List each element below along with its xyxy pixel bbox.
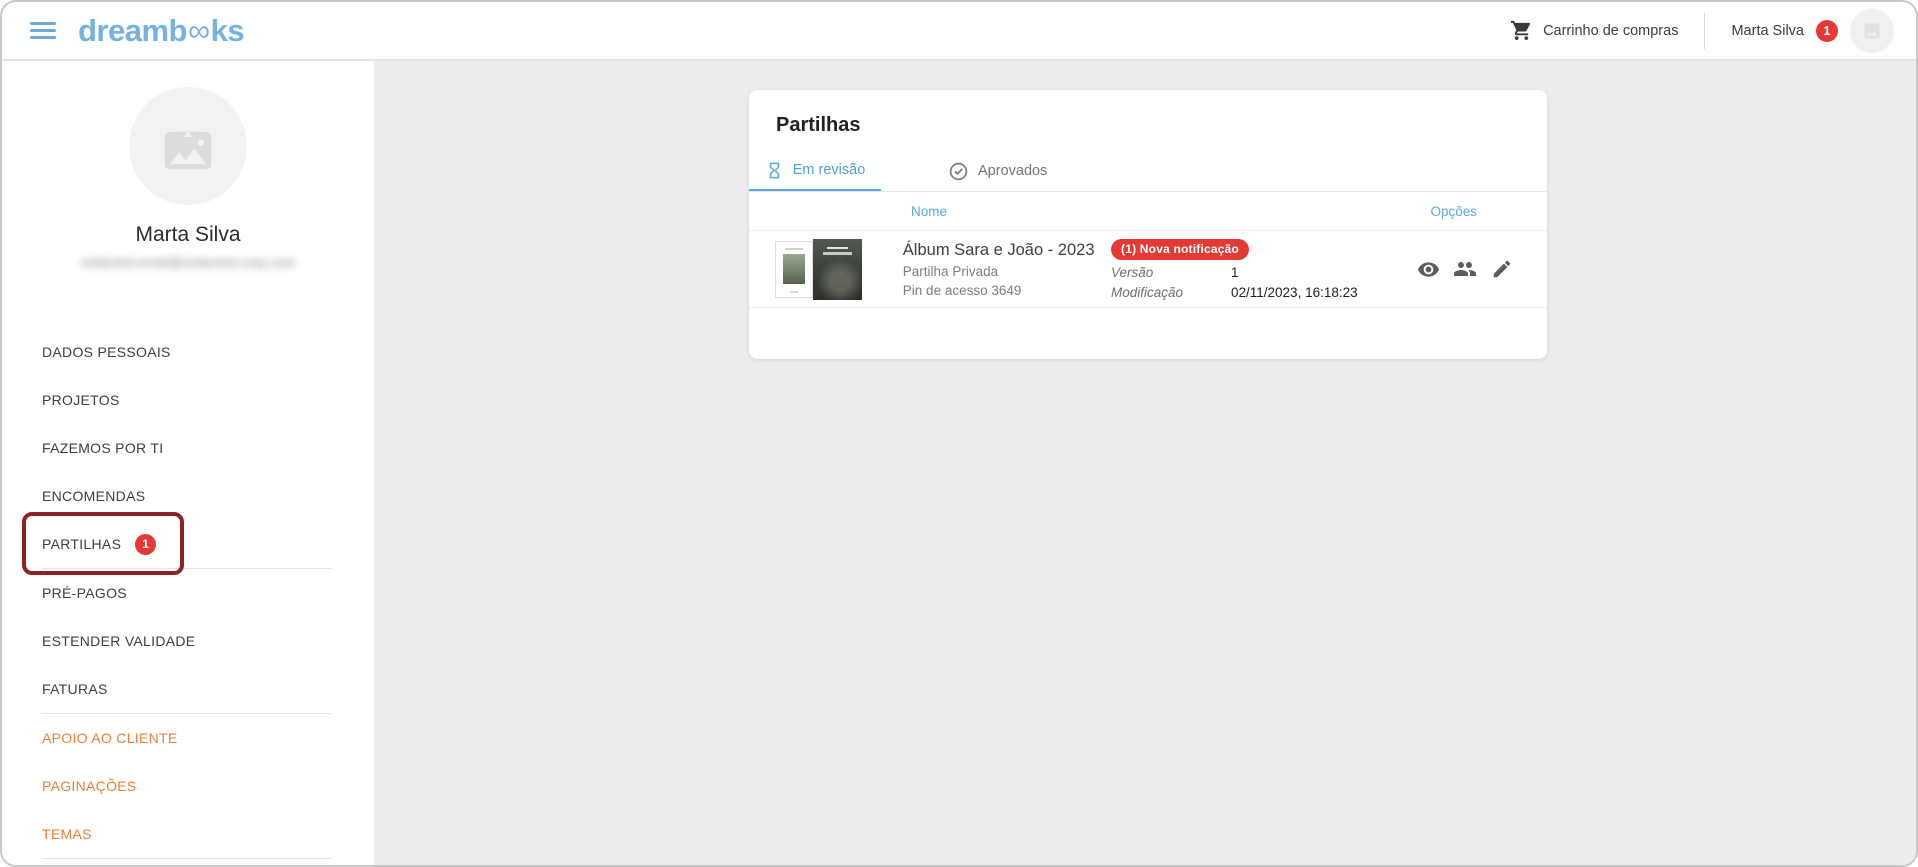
logo-infinity-glyph: ∞ <box>187 13 211 49</box>
version-value: 1 <box>1231 265 1416 280</box>
view-button[interactable] <box>1416 257 1440 281</box>
hamburger-menu-icon[interactable] <box>30 18 56 43</box>
sidebar-item-paginacoes[interactable]: PAGINAÇÕES <box>2 762 374 810</box>
sidebar: Marta Silva redacted.email@redacted-corp… <box>2 61 374 865</box>
profile-section: Marta Silva redacted.email@redacted-corp… <box>2 87 374 270</box>
modified-label: Modificação <box>1111 285 1231 300</box>
image-placeholder-icon <box>1862 21 1882 41</box>
sidebar-item-label: ENCOMENDAS <box>42 488 145 504</box>
topbar-right-group: Carrinho de compras Marta Silva 1 <box>1509 9 1894 53</box>
share-type: Partilha Privada <box>903 264 1111 279</box>
sidebar-item-apoio-ao-cliente[interactable]: APOIO AO CLIENTE <box>2 714 374 762</box>
main-content: Partilhas Em revisão Aprovados Nome Opçõ… <box>374 61 1916 865</box>
sidebar-item-faturas[interactable]: FATURAS <box>2 665 374 713</box>
card-title: Partilhas <box>749 90 1547 137</box>
email-redacted: redacted.email@redacted-corp.com <box>2 255 374 270</box>
cart-button[interactable]: Carrinho de compras <box>1509 19 1678 43</box>
new-notification-badge: (1) Nova notificação <box>1111 239 1249 260</box>
profile-name: Marta Silva <box>2 223 374 247</box>
tabs-bar: Em revisão Aprovados <box>749 151 1547 192</box>
album-thumbnail-book <box>775 241 813 298</box>
cart-label: Carrinho de compras <box>1543 23 1678 39</box>
row-actions <box>1416 257 1514 281</box>
pencil-icon <box>1491 258 1513 280</box>
sidebar-item-label: ESTENDER VALIDADE <box>42 633 195 649</box>
sidebar-item-partilhas[interactable]: PARTILHAS 1 <box>2 520 374 568</box>
topbar-divider <box>1704 13 1705 49</box>
sidebar-item-label: FAZEMOS POR TI <box>42 440 163 456</box>
album-info: Álbum Sara e João - 2023 Partilha Privad… <box>903 241 1111 298</box>
edit-button[interactable] <box>1490 257 1514 281</box>
cart-icon <box>1509 19 1533 43</box>
sidebar-item-estender-validade[interactable]: ESTENDER VALIDADE <box>2 617 374 665</box>
hourglass-icon <box>765 161 784 180</box>
menu-divider <box>42 858 332 859</box>
card-footer <box>749 308 1547 359</box>
table-row[interactable]: Álbum Sara e João - 2023 Partilha Privad… <box>749 231 1547 308</box>
check-circle-icon <box>948 161 969 182</box>
sidebar-item-pre-pagos[interactable]: PRÉ-PAGOS <box>2 569 374 617</box>
table-header-row: Nome Opções <box>749 192 1547 231</box>
tab-em-revisao[interactable]: Em revisão <box>749 151 881 191</box>
share-users-button[interactable] <box>1453 257 1477 281</box>
sidebar-item-label: PARTILHAS <box>42 536 121 552</box>
column-header-opcoes: Opções <box>1430 204 1477 219</box>
version-info: (1) Nova notificação Versão 1 Modificaçã… <box>1111 239 1416 300</box>
user-avatar[interactable] <box>1850 9 1894 53</box>
top-bar: dreamb∞ks Carrinho de compras Marta Silv… <box>2 2 1916 60</box>
partilhas-card: Partilhas Em revisão Aprovados Nome Opçõ… <box>749 90 1547 359</box>
tab-aprovados[interactable]: Aprovados <box>940 151 1055 191</box>
logo-text-prefix: dreamb <box>78 13 187 49</box>
sidebar-item-label: FATURAS <box>42 681 108 697</box>
album-thumbnails <box>775 239 877 300</box>
column-header-nome: Nome <box>911 204 947 219</box>
modified-value: 02/11/2023, 16:18:23 <box>1231 285 1416 300</box>
sidebar-item-encomendas[interactable]: ENCOMENDAS <box>2 472 374 520</box>
sidebar-item-label: PAGINAÇÕES <box>42 778 137 794</box>
user-notification-badge: 1 <box>1816 20 1838 42</box>
album-thumbnail-cover <box>813 239 862 300</box>
sidebar-item-fazemos-por-ti[interactable]: FAZEMOS POR TI <box>2 424 374 472</box>
partilhas-notification-badge: 1 <box>135 534 156 555</box>
sidebar-item-temas[interactable]: TEMAS <box>2 810 374 858</box>
profile-avatar[interactable] <box>129 87 247 205</box>
logo-text-suffix: ks <box>211 13 244 49</box>
sidebar-item-dados-pessoais[interactable]: DADOS PESSOAIS <box>2 328 374 376</box>
eye-icon <box>1417 258 1440 281</box>
sidebar-item-label: DADOS PESSOAIS <box>42 344 171 360</box>
app-window: dreamb∞ks Carrinho de compras Marta Silv… <box>0 0 1918 867</box>
album-title: Álbum Sara e João - 2023 <box>903 241 1111 260</box>
sidebar-item-label: PRÉ-PAGOS <box>42 585 127 601</box>
sidebar-item-projetos[interactable]: PROJETOS <box>2 376 374 424</box>
access-pin: Pin de acesso 3649 <box>903 283 1111 298</box>
dreambooks-logo[interactable]: dreamb∞ks <box>78 13 244 49</box>
sidebar-menu: DADOS PESSOAIS PROJETOS FAZEMOS POR TI E… <box>2 328 374 859</box>
tab-label: Aprovados <box>978 163 1047 179</box>
sidebar-item-label: APOIO AO CLIENTE <box>42 730 178 746</box>
image-placeholder-icon <box>157 115 219 177</box>
version-label: Versão <box>1111 265 1231 280</box>
group-icon <box>1453 257 1477 281</box>
user-name[interactable]: Marta Silva <box>1731 23 1804 39</box>
tab-label: Em revisão <box>793 162 866 178</box>
sidebar-item-label: PROJETOS <box>42 392 120 408</box>
sidebar-item-label: TEMAS <box>42 826 92 842</box>
